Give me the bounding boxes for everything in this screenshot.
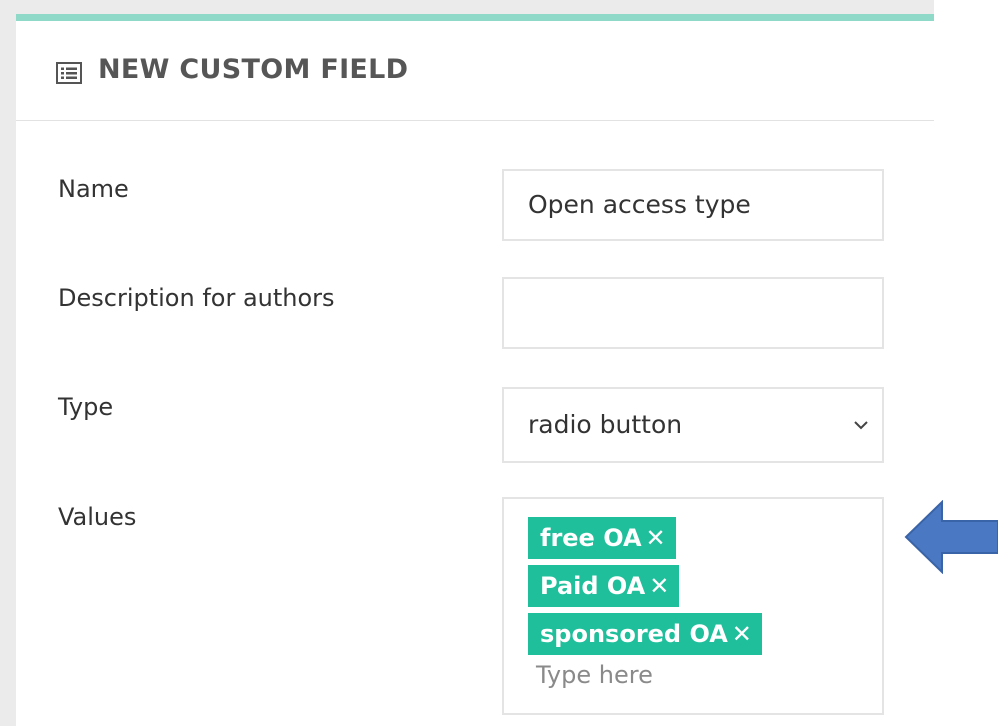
value-tag: sponsored OA ✕	[528, 613, 762, 655]
panel-title: NEW CUSTOM FIELD	[98, 54, 409, 85]
type-select-value: radio button	[528, 410, 683, 439]
name-field[interactable]: Open access type	[502, 169, 884, 241]
values-tag-input[interactable]: free OA ✕ Paid OA ✕ sponsored OA ✕ Type her…	[502, 497, 884, 715]
custom-field-panel: NEW CUSTOM FIELD Name Open access type D…	[16, 14, 934, 726]
chevron-down-icon	[854, 421, 868, 430]
remove-tag-icon[interactable]: ✕	[732, 620, 752, 648]
remove-tag-icon[interactable]: ✕	[649, 572, 669, 600]
type-label: Type	[58, 393, 114, 421]
left-arrow-icon	[904, 500, 998, 574]
type-select[interactable]: radio button	[502, 387, 884, 463]
description-label: Description for authors	[58, 284, 335, 312]
value-tag-label: Paid OA	[540, 572, 646, 600]
list-icon	[56, 62, 82, 84]
remove-tag-icon[interactable]: ✕	[646, 524, 666, 552]
values-label: Values	[58, 503, 137, 531]
value-tag: free OA ✕	[528, 517, 676, 559]
values-input-placeholder[interactable]: Type here	[536, 661, 653, 689]
value-tag: Paid OA ✕	[528, 565, 680, 607]
value-tag-label: free OA	[540, 524, 642, 552]
name-label: Name	[58, 175, 129, 203]
description-field[interactable]	[502, 277, 884, 349]
page-margin	[934, 0, 998, 726]
value-tag-label: sponsored OA	[540, 620, 728, 648]
panel-header: NEW CUSTOM FIELD	[16, 21, 934, 121]
